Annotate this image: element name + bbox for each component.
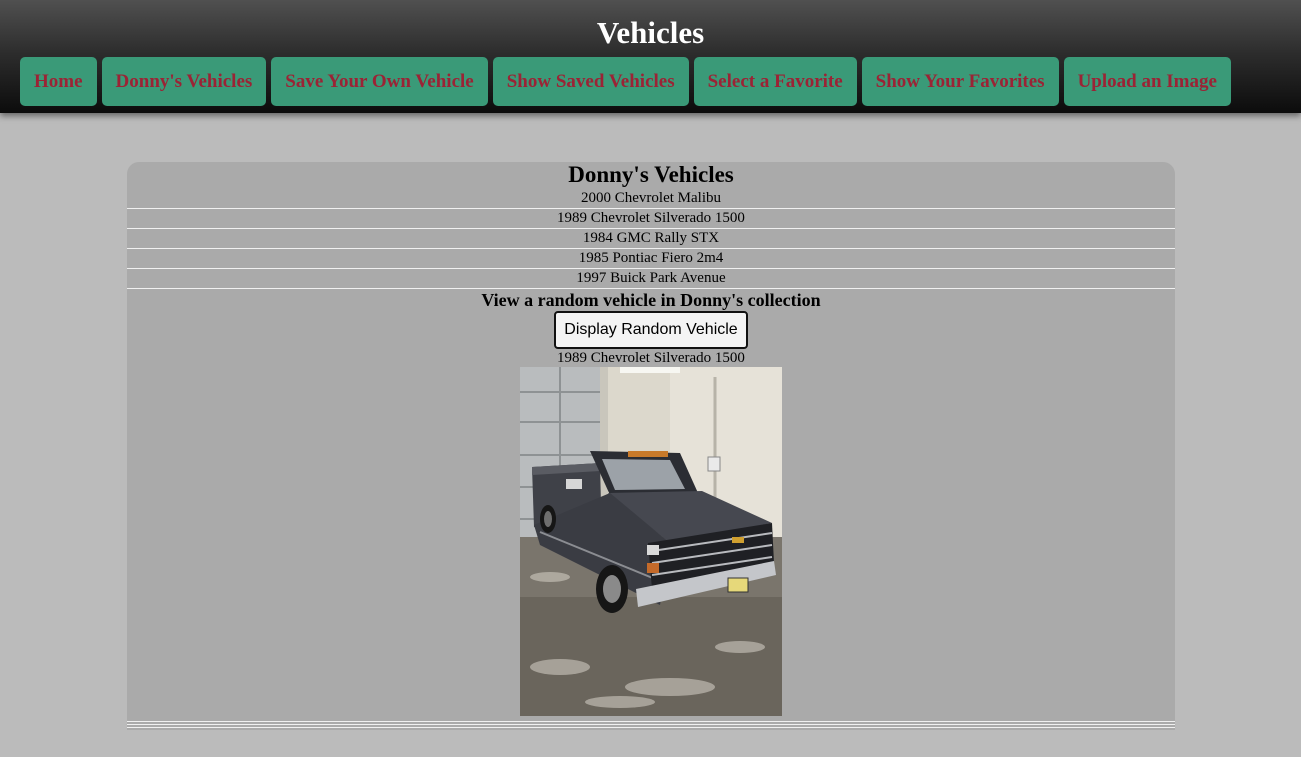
site-header: Vehicles Home Donny's Vehicles Save Your… — [0, 0, 1301, 113]
random-vehicle-heading: View a random vehicle in Donny's collect… — [481, 290, 821, 310]
random-vehicle-name: 1989 Chevrolet Silverado 1500 — [557, 350, 745, 366]
card-footer-divider — [127, 721, 1175, 730]
vehicle-list: 2000 Chevrolet Malibu 1989 Chevrolet Sil… — [127, 189, 1175, 289]
site-title: Vehicles — [596, 15, 705, 50]
vehicle-list-item: 1985 Pontiac Fiero 2m4 — [127, 249, 1175, 269]
nav-show-saved-button[interactable]: Show Saved Vehicles — [492, 57, 689, 106]
main-nav: Home Donny's Vehicles Save Your Own Vehi… — [20, 57, 1231, 106]
nav-show-favorites-button[interactable]: Show Your Favorites — [861, 57, 1059, 106]
vehicle-list-item: 1997 Buick Park Avenue — [127, 269, 1175, 289]
page-title: Donny's Vehicles — [568, 162, 734, 187]
nav-home-button[interactable]: Home — [20, 57, 97, 106]
nav-donnys-vehicles-button[interactable]: Donny's Vehicles — [101, 57, 267, 106]
vehicle-list-item: 1989 Chevrolet Silverado 1500 — [127, 209, 1175, 229]
vehicles-card: Donny's Vehicles 2000 Chevrolet Malibu 1… — [127, 162, 1175, 730]
nav-save-vehicle-button[interactable]: Save Your Own Vehicle — [271, 57, 488, 106]
vehicle-list-item: 2000 Chevrolet Malibu — [127, 189, 1175, 209]
display-random-vehicle-button[interactable]: Display Random Vehicle — [554, 311, 748, 349]
nav-select-favorite-button[interactable]: Select a Favorite — [693, 57, 857, 106]
vehicle-list-item: 1984 GMC Rally STX — [127, 229, 1175, 249]
vehicle-photo — [520, 367, 782, 716]
nav-upload-image-button[interactable]: Upload an Image — [1063, 57, 1231, 106]
